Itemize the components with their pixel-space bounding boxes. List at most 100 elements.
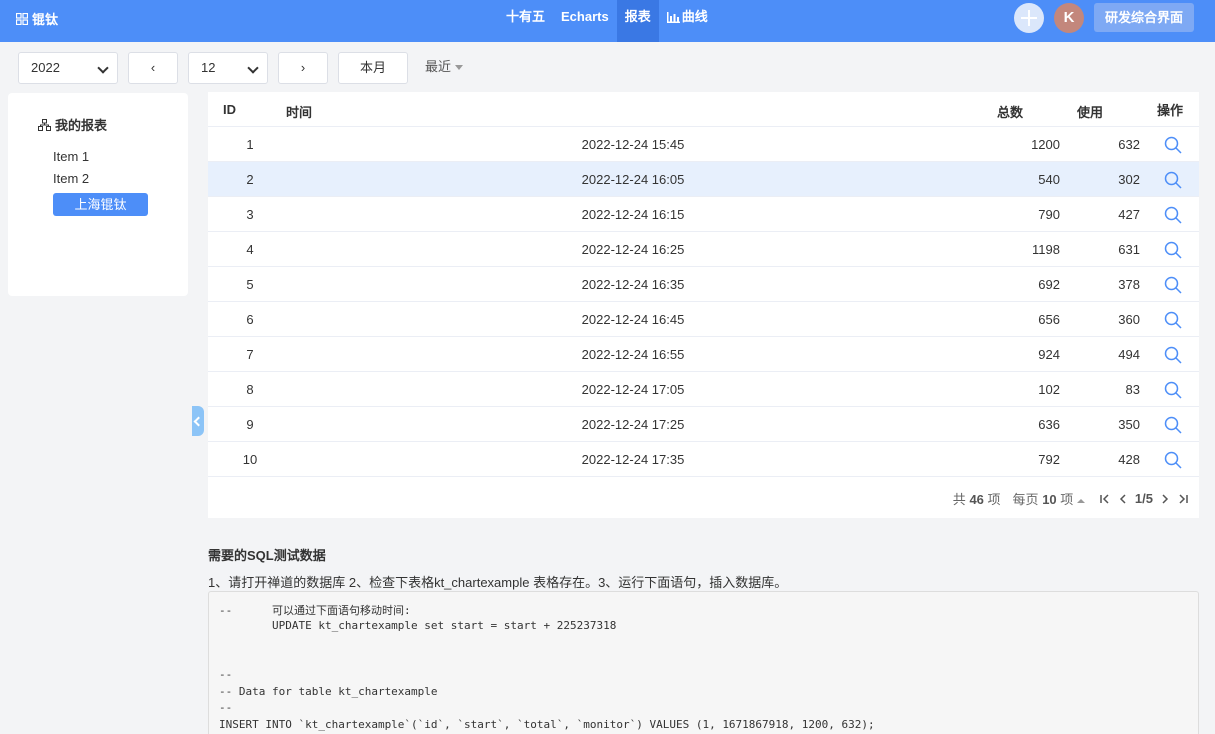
prev-page-icon[interactable]: [1117, 493, 1129, 505]
chevron-down-icon: [247, 62, 259, 74]
cell-id: 8: [246, 382, 254, 397]
table-row[interactable]: 6 2022-12-24 16:45 656 360: [208, 302, 1199, 337]
cell-id: 3: [246, 207, 254, 222]
recent-dropdown[interactable]: 最近: [425, 52, 464, 82]
search-icon[interactable]: [1164, 311, 1182, 329]
table-row[interactable]: 3 2022-12-24 16:15 790 427: [208, 197, 1199, 232]
cell-total: 692: [1038, 277, 1060, 292]
table-row[interactable]: 2 2022-12-24 16:05 540 302: [208, 162, 1199, 197]
tree-item-shanghai-kuntai[interactable]: 上海锟钛: [53, 193, 148, 216]
pager-per-page-prefix: 每页: [1012, 492, 1039, 507]
column-header-total[interactable]: 总数: [997, 102, 1023, 121]
cell-total: 790: [1038, 207, 1060, 222]
chevron-left-icon[interactable]: [192, 406, 204, 436]
table-row[interactable]: 10 2022-12-24 17:35 792 428: [208, 442, 1199, 477]
cell-used: 631: [1118, 242, 1140, 257]
first-page-icon[interactable]: [1099, 493, 1111, 505]
pager-per-page-value: 10: [1042, 492, 1057, 507]
nav-item-report[interactable]: 报表: [616, 0, 659, 42]
nav-item-echarts[interactable]: Echarts: [553, 0, 617, 42]
code-line: --: [219, 668, 233, 681]
cell-used: 302: [1118, 172, 1140, 187]
cell-time: 2022-12-24 17:05: [581, 382, 685, 397]
search-icon[interactable]: [1164, 416, 1182, 434]
bar-chart-icon: [666, 12, 680, 24]
cell-total: 924: [1038, 347, 1060, 362]
cell-time: 2022-12-24 16:15: [581, 207, 685, 222]
search-icon[interactable]: [1164, 136, 1182, 154]
column-header-id[interactable]: ID: [223, 102, 236, 117]
table-row[interactable]: 7 2022-12-24 16:55 924 494: [208, 337, 1199, 372]
next-month-button[interactable]: ›: [278, 52, 328, 84]
cell-total: 102: [1038, 382, 1060, 397]
cell-used: 632: [1118, 137, 1140, 152]
sql-code-block[interactable]: -- 可以通过下面语句移动时间: UPDATE kt_chartexample …: [208, 591, 1199, 734]
pager-total: 共 46 项: [953, 489, 1001, 508]
column-header-used[interactable]: 使用: [1077, 102, 1103, 121]
org-chart-icon: [38, 118, 51, 131]
tree-item-2[interactable]: Item 2: [53, 171, 89, 186]
plus-icon[interactable]: [1014, 3, 1044, 33]
code-line: -- Data for table kt_chartexample: [219, 684, 438, 698]
table-row[interactable]: 1 2022-12-24 15:45 1200 632: [208, 127, 1199, 162]
code-line: --: [219, 701, 233, 714]
cell-id: 2: [246, 172, 254, 187]
caret-down-icon: [455, 65, 464, 71]
pager-per-page-suffix: 项: [1060, 492, 1074, 507]
cell-used: 350: [1118, 417, 1140, 432]
column-header-time[interactable]: 时间: [286, 102, 312, 121]
cell-used: 494: [1118, 347, 1140, 362]
cell-id: 5: [246, 277, 254, 292]
nav-item-curve[interactable]: 曲线: [659, 0, 716, 42]
rd-dashboard-button[interactable]: 研发综合界面: [1094, 3, 1194, 32]
last-page-icon[interactable]: [1177, 493, 1189, 505]
table-row[interactable]: 5 2022-12-24 16:35 692 378: [208, 267, 1199, 302]
search-icon[interactable]: [1164, 276, 1182, 294]
search-icon[interactable]: [1164, 381, 1182, 399]
cell-used: 360: [1118, 312, 1140, 327]
pager-per-page[interactable]: 每页 10 项: [1013, 489, 1085, 508]
brand[interactable]: 锟钛: [16, 9, 58, 28]
table-row[interactable]: 8 2022-12-24 17:05 102 83: [208, 372, 1199, 407]
this-month-button[interactable]: 本月: [338, 52, 408, 84]
report-table: ID 时间 总数 使用 操作 1 2022-12-24 15:45 1200 632 2…: [208, 92, 1199, 518]
avatar[interactable]: K: [1054, 3, 1084, 33]
code-line: UPDATE kt_chartexample set start = start…: [219, 618, 617, 632]
cell-time: 2022-12-24 16:35: [581, 277, 685, 292]
search-icon[interactable]: [1164, 241, 1182, 259]
next-page-icon[interactable]: [1159, 493, 1171, 505]
cell-id: 6: [246, 312, 254, 327]
cell-time: 2022-12-24 17:35: [581, 452, 685, 467]
tree-item-1[interactable]: Item 1: [53, 149, 89, 164]
cell-used: 83: [1125, 382, 1140, 397]
pager-total-count: 46: [969, 492, 984, 507]
nav-item-shiyouwu[interactable]: 十有五: [498, 0, 553, 42]
main-nav: 十有五 Echarts 报表 曲线: [498, 0, 716, 42]
pagination: 共 46 项 每页 10 项 1/5: [953, 489, 1189, 508]
sql-section-description: 1、请打开禅道的数据库 2、检查下表格kt_chartexample 表格存在。…: [208, 575, 788, 590]
chevron-left-icon: ‹: [150, 60, 156, 75]
cell-total: 540: [1038, 172, 1060, 187]
tree-root-my-reports[interactable]: 我的报表: [38, 115, 107, 134]
table-row[interactable]: 4 2022-12-24 16:25 1198 631: [208, 232, 1199, 267]
table-row[interactable]: 9 2022-12-24 17:25 636 350: [208, 407, 1199, 442]
sql-section-title: 需要的SQL测试数据: [208, 548, 326, 563]
month-select[interactable]: 12: [188, 52, 268, 84]
cell-id: 7: [246, 347, 254, 362]
prev-month-button[interactable]: ‹: [128, 52, 178, 84]
chevron-right-icon: ›: [300, 60, 306, 75]
cell-total: 636: [1038, 417, 1060, 432]
search-icon[interactable]: [1164, 171, 1182, 189]
search-icon[interactable]: [1164, 451, 1182, 469]
brand-title: 锟钛: [32, 12, 59, 27]
pager-total-suffix: 项: [987, 492, 1001, 507]
year-select[interactable]: 2022: [18, 52, 118, 84]
cell-used: 428: [1118, 452, 1140, 467]
cell-used: 378: [1118, 277, 1140, 292]
tree-root-label: 我的报表: [55, 118, 108, 133]
table-header: ID 时间 总数 使用 操作: [208, 92, 1199, 127]
search-icon[interactable]: [1164, 206, 1182, 224]
pager-page: 1/5: [1134, 491, 1153, 506]
cell-id: 9: [246, 417, 254, 432]
search-icon[interactable]: [1164, 346, 1182, 364]
